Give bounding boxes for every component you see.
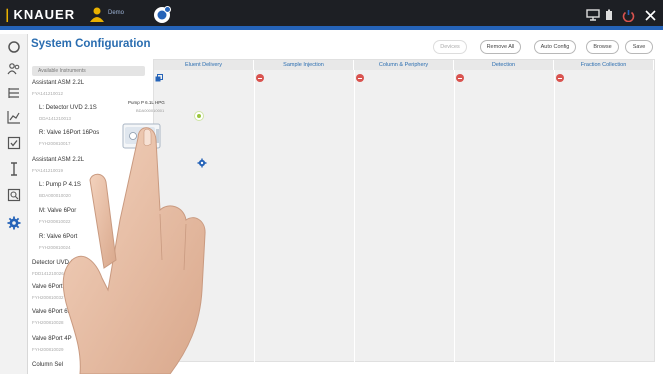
column-header-fraction-collection: Fraction Collection: [554, 60, 654, 70]
knauer-logo: ∣ KNAUER: [4, 7, 76, 22]
circle-icon[interactable]: [7, 40, 21, 54]
close-icon[interactable]: [642, 7, 658, 23]
column-divider: [254, 70, 255, 362]
instrument-connection-icon[interactable]: [152, 5, 172, 25]
column-divider: [554, 70, 555, 362]
battery-icon[interactable]: [602, 7, 616, 23]
remove-icon[interactable]: [456, 74, 464, 82]
hand-pointer-image: [62, 127, 206, 374]
page-title: System Configuration: [31, 38, 151, 50]
column-icon[interactable]: [7, 162, 21, 176]
column-header-sample-injection: Sample Injection: [254, 60, 354, 70]
report-icon[interactable]: [7, 188, 21, 202]
column-divider: [454, 70, 455, 362]
instrument-item[interactable]: Assistant ASM 2.2L FYA141210012: [32, 80, 145, 97]
display-icon[interactable]: [585, 7, 601, 23]
column-header-column-periphery: Column & Periphery: [354, 60, 454, 70]
users-icon[interactable]: [7, 62, 21, 76]
browse-button[interactable]: Browse: [586, 40, 619, 54]
chart-icon[interactable]: [7, 110, 21, 124]
list-icon[interactable]: [7, 86, 21, 100]
available-instruments-header: Available Instruments: [32, 66, 145, 76]
column-header-eluent-delivery: Eluent Delivery: [154, 60, 254, 70]
checklist-icon[interactable]: [7, 136, 21, 150]
user-icon[interactable]: [89, 6, 105, 22]
remove-icon[interactable]: [556, 74, 564, 82]
devices-button[interactable]: Devices: [433, 40, 467, 54]
remove-icon[interactable]: [256, 74, 264, 82]
configuration-grid: [153, 59, 655, 362]
save-button[interactable]: Save: [625, 40, 653, 54]
user-name: Demo: [108, 10, 125, 16]
settings-gear-icon[interactable]: [7, 216, 21, 230]
top-bar: ∣ KNAUER Demo: [0, 0, 663, 30]
remove-icon[interactable]: [356, 74, 364, 82]
power-icon[interactable]: [620, 7, 636, 23]
brand-name: KNAUER: [13, 7, 76, 22]
left-sidebar: [0, 34, 28, 374]
column-divider: [354, 70, 355, 362]
link-icon[interactable]: [155, 74, 163, 82]
column-header-detection: Detection: [454, 60, 554, 70]
auto-config-button[interactable]: Auto Config: [534, 40, 576, 54]
dragged-device-name: Pump P 6.1L HPG: [128, 100, 165, 105]
remove-all-button[interactable]: Remove All: [480, 40, 521, 54]
